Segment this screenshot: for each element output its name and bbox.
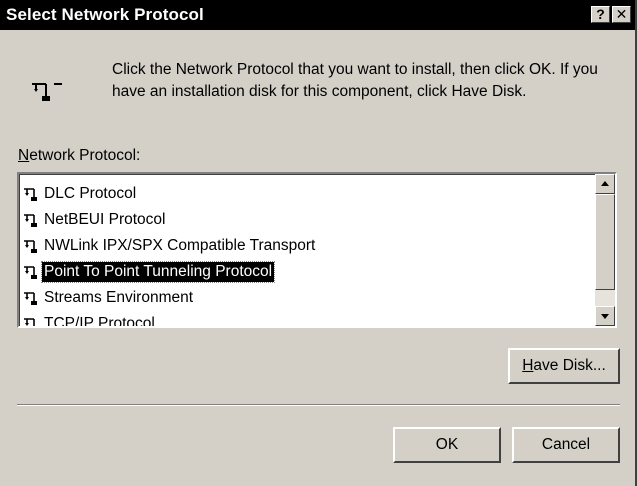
ok-button[interactable]: OK bbox=[393, 427, 501, 463]
network-protocol-label: Network Protocol: bbox=[18, 147, 140, 165]
protocol-item-label: Point To Point Tunneling Protocol bbox=[40, 261, 276, 283]
label-text: etwork Protocol: bbox=[29, 147, 141, 164]
label-accelerator: N bbox=[18, 147, 30, 164]
protocol-icon bbox=[24, 266, 37, 279]
protocol-list-item[interactable]: DLC Protocol bbox=[23, 181, 593, 207]
scroll-up-arrow-icon bbox=[601, 181, 609, 186]
protocol-item-label: NWLink IPX/SPX Compatible Transport bbox=[44, 237, 316, 254]
vertical-scrollbar[interactable] bbox=[595, 174, 615, 326]
title-bar[interactable]: Select Network Protocol ? ✕ bbox=[0, 0, 635, 30]
protocol-icon bbox=[24, 188, 37, 201]
protocol-icon bbox=[24, 318, 35, 326]
cancel-button[interactable]: Cancel bbox=[512, 427, 620, 463]
scroll-up-button[interactable] bbox=[595, 174, 615, 194]
select-network-protocol-dialog: Select Network Protocol ? ✕ Click the Ne… bbox=[0, 0, 637, 486]
instructions-text: Click the Network Protocol that you want… bbox=[112, 61, 598, 100]
close-button[interactable]: ✕ bbox=[612, 6, 631, 23]
protocol-list-item[interactable]: Streams Environment bbox=[23, 285, 593, 311]
have-disk-button[interactable]: Have Disk... bbox=[508, 348, 620, 384]
network-protocol-icon bbox=[32, 83, 62, 101]
protocol-item-label: Streams Environment bbox=[44, 289, 194, 306]
protocol-listbox[interactable]: DLC Protocol NetBEUI Protocol NWLink IPX/S… bbox=[17, 172, 617, 328]
window-title: Select Network Protocol bbox=[6, 5, 204, 24]
protocol-icon bbox=[24, 214, 37, 227]
scroll-down-button[interactable] bbox=[595, 306, 615, 326]
scroll-down-arrow-icon bbox=[601, 314, 609, 319]
protocol-list-item[interactable]: Point To Point Tunneling Protocol bbox=[23, 259, 593, 285]
separator bbox=[17, 404, 620, 406]
protocol-item-label: DLC Protocol bbox=[44, 185, 137, 202]
scrollbar-thumb[interactable] bbox=[595, 194, 615, 290]
have-disk-accelerator: H bbox=[522, 357, 534, 374]
protocol-item-label: NetBEUI Protocol bbox=[44, 211, 166, 228]
help-button[interactable]: ? bbox=[591, 6, 610, 23]
have-disk-label: ave Disk... bbox=[533, 357, 606, 374]
protocol-item-label: TCP/IP Protocol bbox=[44, 315, 155, 328]
protocol-icon bbox=[24, 240, 37, 253]
protocol-list-item[interactable]: NetBEUI Protocol bbox=[23, 207, 593, 233]
protocol-icon bbox=[24, 292, 37, 305]
protocol-list-item[interactable]: NWLink IPX/SPX Compatible Transport bbox=[23, 233, 593, 259]
protocol-list-item[interactable]: TCP/IP Protocol bbox=[23, 311, 593, 328]
